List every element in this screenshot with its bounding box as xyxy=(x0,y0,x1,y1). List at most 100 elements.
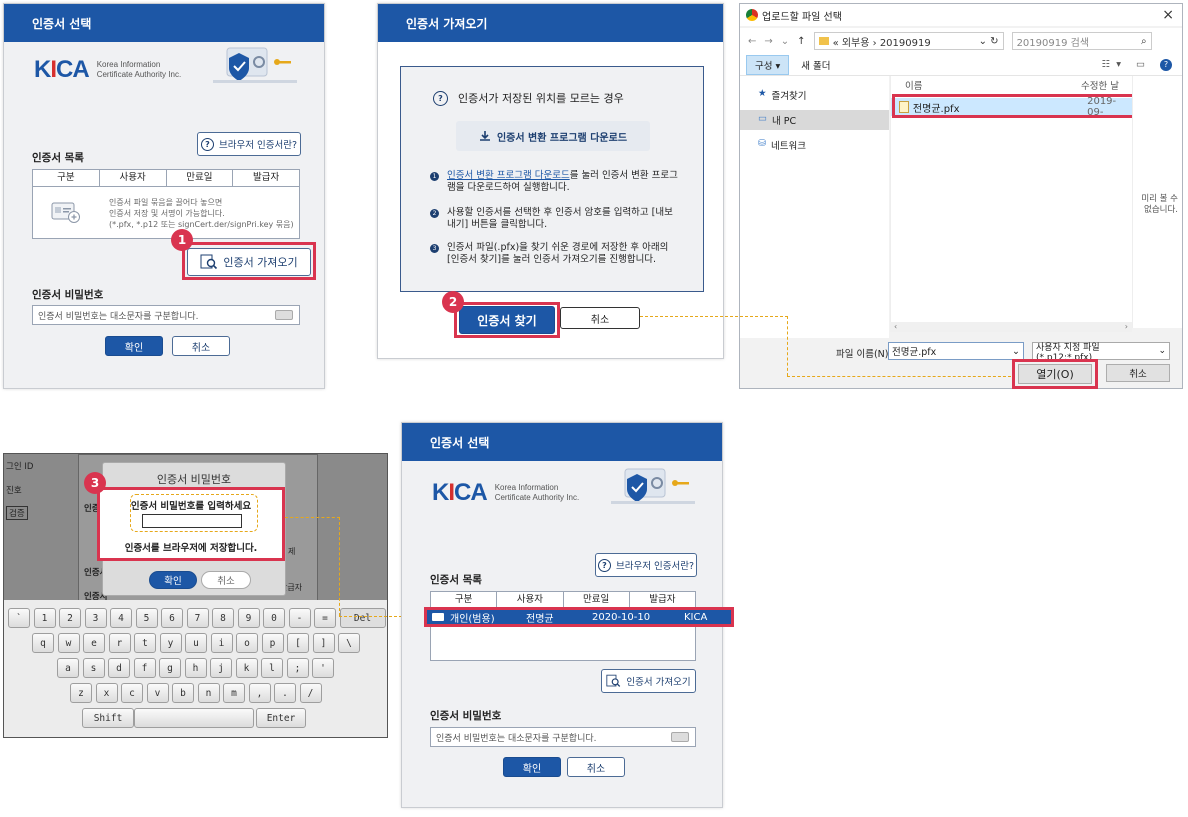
key-row1-13[interactable]: Del xyxy=(339,608,386,628)
key-row1-6[interactable]: 6 xyxy=(161,608,183,628)
key-row4-7[interactable]: , xyxy=(248,683,271,703)
key-row3-0[interactable]: a xyxy=(57,658,79,678)
key-row1-8[interactable]: 8 xyxy=(212,608,234,628)
import-cert-button[interactable]: 인증서 가져오기 xyxy=(601,669,696,693)
enter-key[interactable]: Enter xyxy=(256,708,306,728)
panel-title: 인증서 가져오기 xyxy=(378,4,723,42)
key-row4-4[interactable]: b xyxy=(172,683,194,703)
nav-pane: ★ 즐겨찾기 ▭ 내 PC ⛁ 네트워크 xyxy=(740,76,889,338)
key-row2-7[interactable]: i xyxy=(210,633,233,653)
key-row2-9[interactable]: p xyxy=(261,633,284,653)
highlight-import xyxy=(182,242,316,280)
nav-favorites[interactable]: ★ 즐겨찾기 xyxy=(740,76,889,102)
forward-arrow-icon[interactable]: → xyxy=(764,36,772,47)
key-row4-1[interactable]: x xyxy=(95,683,118,703)
key-row2-11[interactable]: ] xyxy=(312,633,335,653)
cancel-button[interactable]: 취소 xyxy=(567,757,625,777)
cert-select-panel-2: 인증서 선택 KICA Korea Information Certificate… xyxy=(401,422,734,808)
file-type-filter[interactable]: 사용자 지정 파일 (*.p12;*.pfx) ⌄ xyxy=(1032,342,1170,363)
password-entry-input[interactable] xyxy=(142,514,242,528)
key-row2-6[interactable]: u xyxy=(185,633,207,653)
nav-this-pc[interactable]: ▭ 내 PC xyxy=(740,110,889,130)
search-file-icon xyxy=(606,674,621,687)
new-folder-button[interactable]: 새 폴더 xyxy=(801,58,830,72)
key-row3-1[interactable]: s xyxy=(82,658,105,678)
password-input[interactable]: 인증서 비밀번호는 대소문자를 구분합니다. xyxy=(430,727,696,747)
file-open-dialog: 업로드할 파일 선택 × ← → ⌄ ↑ « 외부용 › 20190919 ⌄ … xyxy=(739,3,1183,389)
key-row2-0[interactable]: q xyxy=(32,633,54,653)
key-row4-3[interactable]: v xyxy=(146,683,169,703)
nav-network[interactable]: ⛁ 네트워크 xyxy=(740,138,889,152)
converter-link[interactable]: 인증서 변환 프로그램 다운로드 xyxy=(447,170,570,181)
confirm-button[interactable]: 확인 xyxy=(105,336,163,356)
key-row1-4[interactable]: 4 xyxy=(110,608,132,628)
key-row4-2[interactable]: c xyxy=(121,683,143,703)
keyboard-icon[interactable] xyxy=(275,310,293,320)
key-row1-5[interactable]: 5 xyxy=(135,608,158,628)
key-row1-11[interactable]: - xyxy=(288,608,311,628)
view-icons[interactable]: ☷▾ ▭ ? xyxy=(1102,58,1172,71)
highlight-open xyxy=(1012,359,1098,389)
horizontal-scrollbar[interactable]: ‹ › xyxy=(890,322,1132,332)
key-row1-9[interactable]: 9 xyxy=(237,608,260,628)
key-row2-8[interactable]: o xyxy=(236,633,258,653)
key-row2-10[interactable]: [ xyxy=(287,633,309,653)
key-row2-4[interactable]: t xyxy=(134,633,156,653)
key-row1-7[interactable]: 7 xyxy=(186,608,209,628)
space-key[interactable] xyxy=(134,708,254,728)
key-row3-8[interactable]: l xyxy=(261,658,283,678)
cancel-button[interactable]: 취소 xyxy=(172,336,230,356)
key-row3-5[interactable]: h xyxy=(184,658,207,678)
cancel-button[interactable]: 취소 xyxy=(201,571,251,589)
key-row3-3[interactable]: f xyxy=(133,658,156,678)
organize-button[interactable]: 구성 ▾ xyxy=(746,54,790,75)
key-row1-1[interactable]: 1 xyxy=(33,608,56,628)
key-row3-6[interactable]: j xyxy=(210,658,232,678)
password-input[interactable]: 인증서 비밀번호는 대소문자를 구분합니다. xyxy=(32,305,300,325)
confirm-button[interactable]: 확인 xyxy=(149,571,197,589)
key-row1-10[interactable]: 0 xyxy=(263,608,285,628)
address-bar[interactable]: « 외부용 › 20190919 ⌄ ↻ xyxy=(813,32,1004,50)
key-row3-7[interactable]: k xyxy=(235,658,258,678)
bg-label-verify: 검증 xyxy=(6,506,28,520)
up-arrow-icon[interactable]: ↑ xyxy=(797,36,805,47)
key-row1-3[interactable]: 3 xyxy=(84,608,107,628)
key-row2-1[interactable]: w xyxy=(57,633,80,653)
guide-line-3b xyxy=(339,517,340,616)
key-row4-8[interactable]: . xyxy=(274,683,296,703)
confirm-button[interactable]: 확인 xyxy=(503,757,561,777)
key-row3-4[interactable]: g xyxy=(159,658,181,678)
key-row2-3[interactable]: r xyxy=(108,633,131,653)
key-row4-9[interactable]: / xyxy=(299,683,322,703)
key-row4-5[interactable]: n xyxy=(197,683,220,703)
browser-cert-info-button[interactable]: ? 브라우저 인증서란? xyxy=(595,553,697,577)
key-row1-12[interactable]: = xyxy=(314,608,336,628)
close-icon[interactable]: × xyxy=(1162,7,1174,23)
key-row3-10[interactable]: ' xyxy=(312,658,334,678)
key-row3-2[interactable]: d xyxy=(108,658,130,678)
key-row1-0[interactable]: ` xyxy=(8,608,30,628)
keyboard-icon[interactable] xyxy=(671,732,689,742)
download-converter-button[interactable]: 인증서 변환 프로그램 다운로드 xyxy=(456,121,650,151)
back-arrow-icon[interactable]: ← xyxy=(748,36,756,47)
key-row3-9[interactable]: ; xyxy=(286,658,309,678)
key-row4-0[interactable]: z xyxy=(70,683,92,703)
key-row2-5[interactable]: y xyxy=(159,633,182,653)
filename-label: 파일 이름(N): xyxy=(836,349,892,360)
key-row1-2[interactable]: 2 xyxy=(59,608,81,628)
kica-logo: KICA Korea Information Certificate Author… xyxy=(432,479,580,506)
cancel-button[interactable]: 취소 xyxy=(1106,364,1170,382)
search-box[interactable]: 20190919 검색 ⌕ xyxy=(1011,32,1152,50)
chevron-down-icon[interactable]: ⌄ xyxy=(781,36,789,47)
shift-key[interactable]: Shift xyxy=(82,708,134,728)
question-icon: ? xyxy=(201,137,214,151)
key-row2-12[interactable]: \ xyxy=(338,633,360,653)
file-list-header: 이름 수정한 날 xyxy=(905,81,1119,92)
cert-row-selected[interactable]: 개인(범용) 전명균 2020-10-10 KICA xyxy=(424,607,734,627)
filename-input[interactable]: 전명균.pfx ⌄ xyxy=(888,342,1024,360)
browser-cert-info-button[interactable]: ? 브라우저 인증서란? xyxy=(197,132,301,156)
key-row4-6[interactable]: m xyxy=(223,683,245,703)
instruction-step-1: 1 인증서 변환 프로그램 다운로드를 눌러 인증서 변환 프로그램을 다운로드… xyxy=(430,170,680,194)
key-row2-2[interactable]: e xyxy=(83,633,105,653)
cancel-button[interactable]: 취소 xyxy=(560,307,640,329)
